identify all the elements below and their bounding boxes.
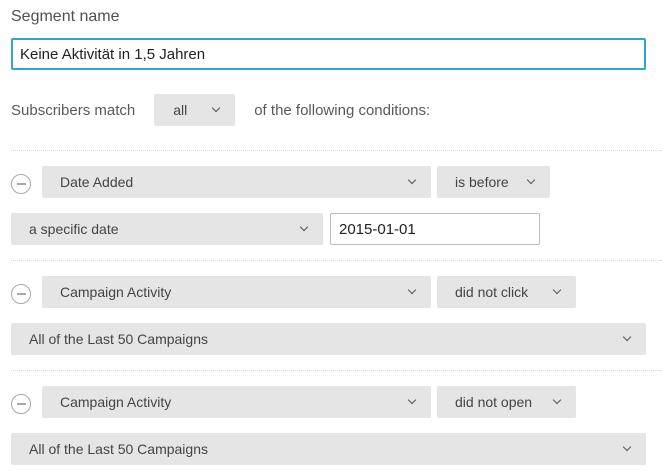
- condition-field-select[interactable]: Campaign Activity: [42, 276, 431, 308]
- match-type-select[interactable]: all: [154, 94, 236, 126]
- condition-field-value: Campaign Activity: [60, 394, 172, 410]
- remove-condition-icon[interactable]: [11, 284, 31, 304]
- campaign-scope-value: All of the Last 50 Campaigns: [29, 441, 208, 457]
- chevron-down-icon: [407, 285, 417, 295]
- campaign-scope-select[interactable]: All of the Last 50 Campaigns: [11, 323, 646, 355]
- match-type-value: all: [173, 102, 188, 118]
- condition-field-select[interactable]: Date Added: [42, 166, 431, 198]
- remove-condition-icon[interactable]: [11, 394, 31, 414]
- campaign-scope-select[interactable]: All of the Last 50 Campaigns: [11, 433, 646, 465]
- divider: [11, 260, 662, 261]
- segment-name-label: Segment name: [11, 8, 120, 25]
- chevron-down-icon: [526, 175, 536, 185]
- match-suffix-label: of the following conditions:: [254, 101, 431, 119]
- date-mode-select[interactable]: a specific date: [11, 213, 323, 245]
- divider: [11, 370, 662, 371]
- chevron-down-icon: [407, 395, 417, 405]
- condition-field-value: Campaign Activity: [60, 284, 172, 300]
- condition-operator-value: is before: [455, 174, 509, 190]
- match-prefix-label: Subscribers match: [11, 101, 136, 119]
- chevron-down-icon: [552, 395, 562, 405]
- date-mode-value: a specific date: [29, 221, 119, 237]
- chevron-down-icon: [299, 222, 309, 232]
- condition-field-value: Date Added: [60, 174, 134, 190]
- date-input[interactable]: [330, 213, 540, 245]
- campaign-scope-value: All of the Last 50 Campaigns: [29, 331, 208, 347]
- condition-operator-select[interactable]: did not open: [437, 386, 576, 418]
- chevron-down-icon: [552, 285, 562, 295]
- chevron-down-icon: [211, 103, 221, 113]
- match-line: Subscribers match all of the following c…: [11, 94, 430, 126]
- condition-operator-select[interactable]: is before: [437, 166, 550, 198]
- remove-condition-icon[interactable]: [11, 174, 31, 194]
- chevron-down-icon: [622, 442, 632, 452]
- condition-operator-value: did not click: [455, 284, 529, 300]
- divider: [11, 150, 662, 151]
- condition-operator-select[interactable]: did not click: [437, 276, 576, 308]
- condition-field-select[interactable]: Campaign Activity: [42, 386, 431, 418]
- chevron-down-icon: [407, 175, 417, 185]
- segment-name-input[interactable]: [11, 38, 646, 70]
- condition-operator-value: did not open: [455, 394, 533, 410]
- chevron-down-icon: [622, 332, 632, 342]
